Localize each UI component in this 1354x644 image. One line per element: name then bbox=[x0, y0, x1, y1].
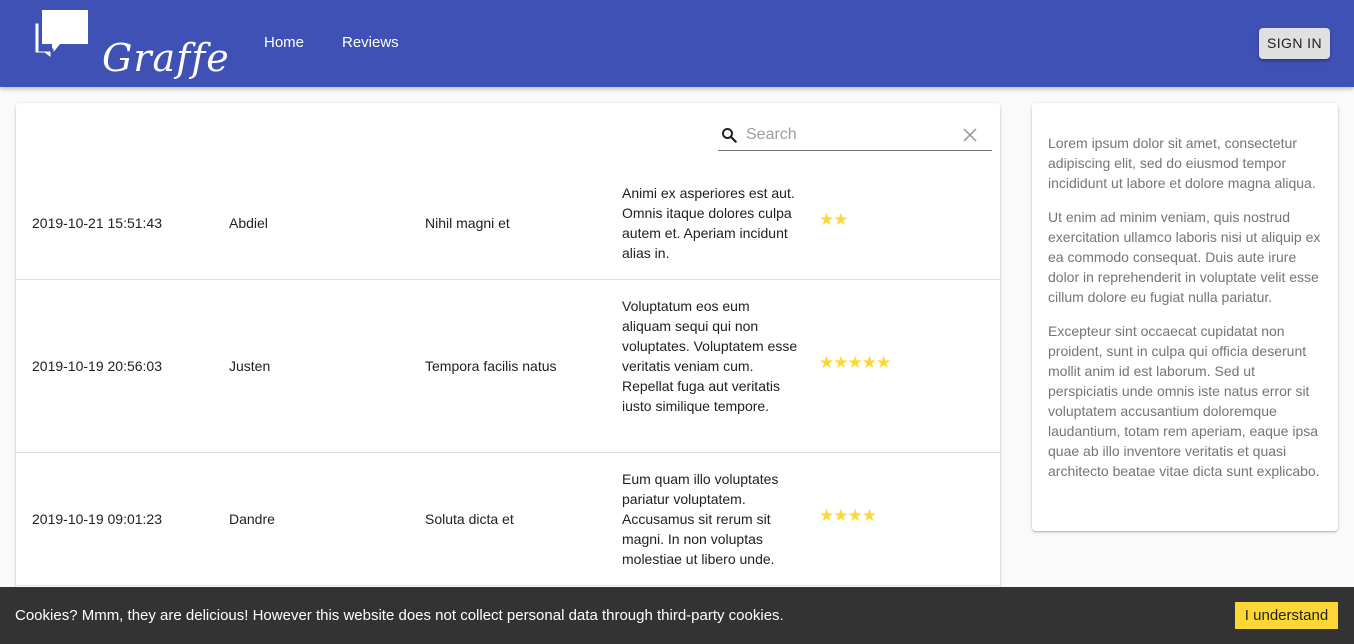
review-date: 2019-10-19 20:56:03 bbox=[32, 358, 162, 374]
review-body: Animi ex asperiores est aut. Omnis itaqu… bbox=[622, 185, 795, 261]
review-date: 2019-10-19 09:01:23 bbox=[32, 511, 162, 527]
table-row[interactable]: 2019-10-19 20:56:03 Justen Tempora facil… bbox=[16, 280, 1000, 453]
nav-home-link[interactable]: Home bbox=[264, 34, 304, 52]
review-title: Tempora facilis natus bbox=[425, 358, 557, 374]
review-body: Voluptatum eos eum aliquam sequi qui non… bbox=[622, 298, 798, 414]
review-author: Dandre bbox=[229, 511, 275, 527]
logo-text: Graffe bbox=[102, 36, 230, 80]
review-title: Soluta dicta et bbox=[425, 511, 514, 527]
speech-bubble-logo-icon bbox=[32, 10, 88, 63]
sign-in-button[interactable]: SIGN IN bbox=[1259, 28, 1330, 59]
table-row[interactable]: 2019-10-19 09:01:23 Dandre Soluta dicta … bbox=[16, 453, 1000, 586]
reviews-table-card: 2019-10-21 15:51:43 Abdiel Nihil magni e… bbox=[16, 103, 1000, 603]
search-field[interactable] bbox=[718, 119, 992, 151]
cookie-banner: Cookies? Mmm, they are delicious! Howeve… bbox=[0, 587, 1354, 644]
review-date: 2019-10-21 15:51:43 bbox=[32, 215, 162, 231]
sidebar-paragraph: Excepteur sint occaecat cupidatat non pr… bbox=[1048, 323, 1320, 479]
star-rating: ★★ bbox=[819, 210, 849, 229]
sidebar-paragraph: Ut enim ad minim veniam, quis nostrud ex… bbox=[1048, 209, 1321, 305]
accept-cookies-button[interactable]: I understand bbox=[1235, 602, 1338, 629]
review-body: Eum quam illo voluptates pariatur volupt… bbox=[622, 471, 779, 567]
search-input[interactable] bbox=[746, 125, 956, 145]
info-sidebar: Lorem ipsum dolor sit amet, consectetur … bbox=[1032, 103, 1338, 531]
site-logo[interactable]: Graffe bbox=[32, 8, 229, 80]
close-icon[interactable] bbox=[963, 128, 977, 142]
review-author: Justen bbox=[229, 358, 271, 374]
review-title: Nihil magni et bbox=[425, 215, 510, 231]
search-icon bbox=[722, 128, 737, 143]
star-rating: ★★★★★ bbox=[819, 353, 891, 372]
app-bar: Graffe Home Reviews SIGN IN bbox=[0, 0, 1354, 87]
sidebar-paragraph: Lorem ipsum dolor sit amet, consectetur … bbox=[1048, 135, 1316, 191]
cookie-message: Cookies? Mmm, they are delicious! Howeve… bbox=[15, 607, 784, 624]
star-rating: ★★★★ bbox=[819, 506, 877, 525]
table-row[interactable]: 2019-10-21 15:51:43 Abdiel Nihil magni e… bbox=[16, 176, 1000, 280]
nav-reviews-link[interactable]: Reviews bbox=[342, 34, 399, 52]
review-author: Abdiel bbox=[229, 215, 268, 231]
